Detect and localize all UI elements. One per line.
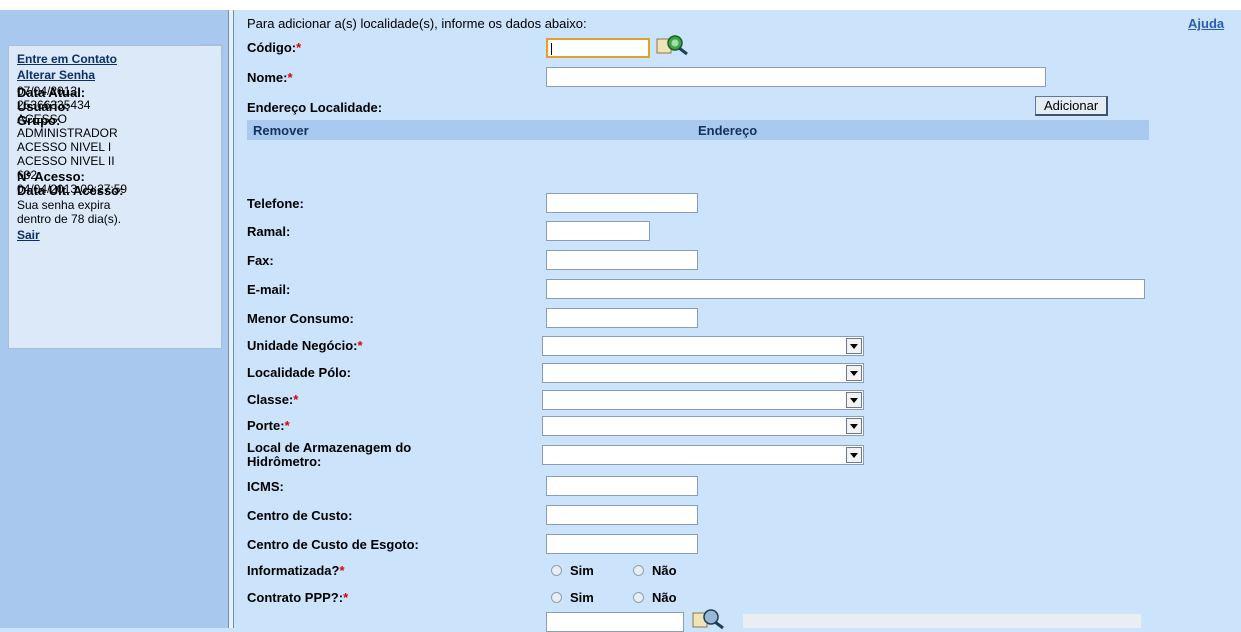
change-password-link[interactable]: Alterar Senha (17, 68, 213, 82)
access-count-label: Nº Acesso: (17, 169, 85, 184)
group-label: Grupo: (17, 113, 61, 128)
armazenagem-label: Local de Armazenagem do (247, 440, 412, 455)
informatizada-label: Informatizada?* (247, 563, 345, 578)
fax-label: Fax: (247, 253, 274, 268)
chevron-down-icon[interactable] (846, 338, 862, 354)
nome-label: Nome:* (247, 70, 293, 85)
ramal-input[interactable] (546, 221, 650, 241)
contrato-ppp-label: Contrato PPP?:* (247, 590, 349, 605)
classe-label: Classe:* (247, 392, 299, 407)
icms-input[interactable] (546, 476, 698, 496)
nome-input[interactable] (546, 67, 1046, 87)
email-label: E-mail: (247, 282, 291, 297)
ramal-label: Ramal: (247, 224, 291, 239)
main-form: Para adicionar a(s) localidade(s), infor… (233, 10, 1241, 632)
codigo-input[interactable] (546, 38, 650, 58)
group-value: ACESSO NIVEL II (17, 154, 115, 168)
password-expiry-text-2: dentro de 78 dia(s). (17, 212, 122, 226)
chevron-down-icon[interactable] (846, 392, 862, 408)
localidade-search-input[interactable] (546, 612, 684, 632)
menor-consumo-input[interactable] (546, 308, 698, 328)
add-address-button[interactable]: Adicionar (1035, 96, 1109, 116)
localidade-polo-label: Localidade Pólo: (247, 365, 352, 380)
classe-select[interactable] (542, 390, 864, 410)
informatizada-sim-label: Sim (570, 563, 594, 578)
date-label: Data Atual: (17, 85, 86, 100)
contrato-ppp-nao-radio[interactable] (633, 592, 644, 603)
user-label: Usuário: (17, 99, 70, 114)
table-header-remover: Remover (253, 123, 309, 138)
user-info-box: Entre em Contato Alterar Senha Data Atua… (8, 45, 222, 349)
unidade-negocio-label: Unidade Negócio:* (247, 338, 363, 353)
unidade-negocio-select[interactable] (542, 336, 864, 356)
centro-custo-label: Centro de Custo: (247, 508, 353, 523)
endereco-label: Endereço Localidade: (247, 100, 383, 115)
porte-label: Porte:* (247, 418, 290, 433)
informatizada-sim-radio[interactable] (551, 565, 562, 576)
centro-custo-esgoto-label: Centro de Custo de Esgoto: (247, 537, 419, 552)
telefone-input[interactable] (546, 193, 698, 213)
contrato-ppp-nao-label: Não (652, 590, 677, 605)
localidade-description-box (743, 614, 1141, 628)
telefone-label: Telefone: (247, 196, 304, 211)
centro-custo-input[interactable] (546, 505, 698, 525)
centro-custo-esgoto-input[interactable] (546, 534, 698, 554)
informatizada-nao-radio[interactable] (633, 565, 644, 576)
search-icon[interactable] (655, 34, 691, 56)
logout-link[interactable]: Sair (17, 228, 213, 242)
chevron-down-icon[interactable] (846, 365, 862, 381)
magnifier-icon[interactable] (691, 608, 727, 630)
group-value: ADMINISTRADOR (17, 126, 118, 140)
armazenagem-select[interactable] (542, 445, 864, 465)
fax-input[interactable] (546, 250, 698, 270)
last-access-label: Data Ult. Acesso: (17, 183, 124, 198)
contrato-ppp-sim-label: Sim (570, 590, 594, 605)
address-table-header: Remover Endereço (247, 120, 1149, 140)
form-intro: Para adicionar a(s) localidade(s), infor… (247, 16, 587, 31)
chevron-down-icon[interactable] (846, 418, 862, 434)
email-input[interactable] (546, 279, 1145, 299)
icms-label: ICMS: (247, 479, 284, 494)
contrato-ppp-sim-radio[interactable] (551, 592, 562, 603)
table-header-endereco: Endereço (698, 123, 758, 138)
codigo-label: Código:* (247, 40, 302, 55)
armazenagem-label-2: Hidrômetro: (247, 454, 322, 469)
password-expiry-text: Sua senha expira (17, 198, 111, 212)
porte-select[interactable] (542, 416, 864, 436)
chevron-down-icon[interactable] (846, 447, 862, 463)
contact-link[interactable]: Entre em Contato (17, 52, 213, 66)
top-strip (0, 0, 1241, 10)
menor-consumo-label: Menor Consumo: (247, 311, 354, 326)
informatizada-nao-label: Não (652, 563, 677, 578)
localidade-polo-select[interactable] (542, 363, 864, 383)
group-value: ACESSO NIVEL I (17, 140, 112, 154)
help-link[interactable]: Ajuda (1188, 16, 1224, 31)
